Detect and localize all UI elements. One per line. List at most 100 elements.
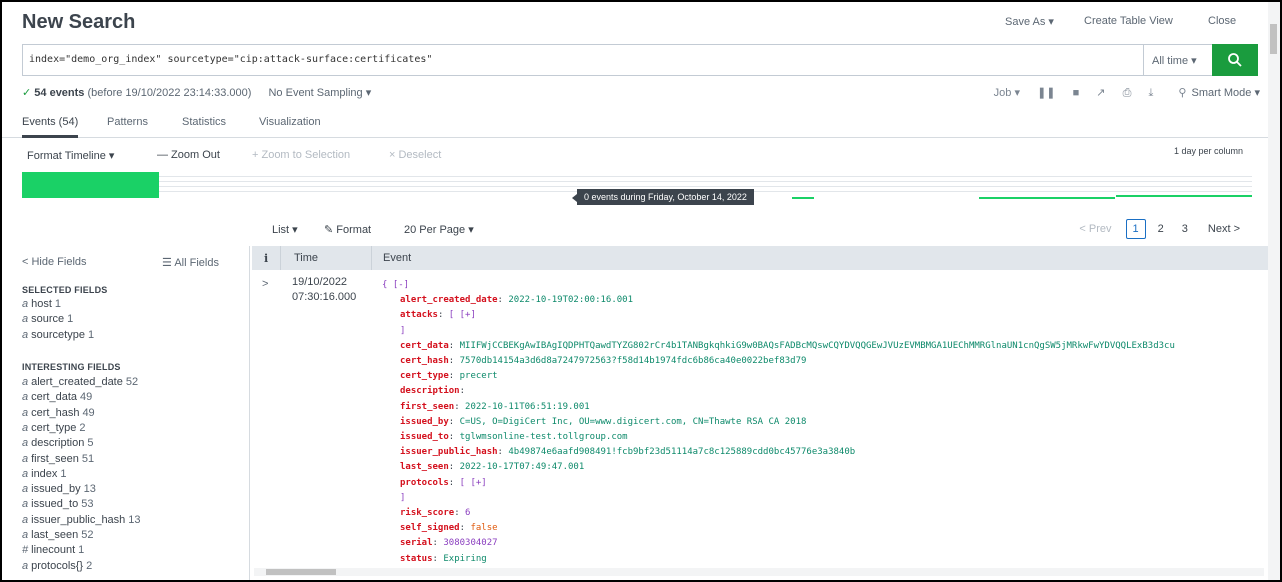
expand-row-icon[interactable]: > — [262, 278, 268, 290]
tab-events[interactable]: Events (54) — [22, 116, 79, 138]
field-key[interactable]: cert_data — [400, 341, 449, 351]
field-key[interactable]: description — [400, 386, 460, 396]
per-page-dropdown[interactable]: 20 Per Page ▾ — [404, 223, 474, 236]
search-mode-dropdown[interactable]: ⚲ Smart Mode ▾ — [1178, 87, 1260, 99]
event-sampling-dropdown[interactable]: No Event Sampling ▾ — [268, 87, 371, 99]
timeline-bar[interactable] — [979, 197, 1115, 199]
create-table-view-button[interactable]: Create Table View — [1084, 15, 1173, 27]
field-key[interactable]: self_signed — [400, 523, 460, 533]
json-expand-toggle[interactable]: [ [+] — [449, 310, 476, 320]
field-value[interactable]: 2022-10-19T02:00:16.001 — [508, 295, 633, 305]
field-key[interactable]: issued_to — [400, 432, 449, 442]
field-key[interactable]: protocols — [400, 478, 449, 488]
json-expand-toggle[interactable]: [ [+] — [460, 478, 487, 488]
field-list-item[interactable]: a source 1 — [22, 313, 73, 325]
prev-page-button[interactable]: < Prev — [1079, 223, 1111, 235]
field-key[interactable]: issued_by — [400, 417, 449, 427]
field-key[interactable]: risk_score — [400, 508, 454, 518]
stop-icon[interactable]: ■ — [1073, 87, 1080, 99]
horizontal-scrollbar[interactable] — [254, 568, 1264, 576]
all-fields-button[interactable]: ☰ All Fields — [162, 256, 219, 269]
page-button-2[interactable]: 2 — [1158, 223, 1164, 235]
field-key[interactable]: cert_hash — [400, 356, 449, 366]
field-value[interactable]: 7570db14154a3d6d8a7247972563?f58d14b1974… — [460, 356, 807, 366]
timeline-bar[interactable] — [792, 197, 814, 199]
field-value[interactable]: MIIFWjCCBEKgAwIBAgIQDPHTQawdTYZG802rCr4b… — [460, 341, 1175, 351]
field-value[interactable]: 3080304027 — [443, 538, 497, 548]
table-row: > 19/10/2022 07:30:16.000 { [-] alert_cr… — [252, 270, 1268, 570]
tab-statistics[interactable]: Statistics — [182, 116, 226, 128]
field-list-item[interactable]: a first_seen 51 — [22, 453, 94, 465]
tab-visualization[interactable]: Visualization — [259, 116, 321, 128]
field-key[interactable]: last_seen — [400, 462, 449, 472]
field-key[interactable]: first_seen — [400, 402, 454, 412]
field-value[interactable]: 4b49874e6aafd908491!fcb9bf23d51114a7c8c1… — [508, 447, 855, 457]
field-key[interactable]: attacks — [400, 310, 438, 320]
field-value[interactable]: C=US, O=DigiCert Inc, OU=www.digicert.co… — [460, 417, 807, 427]
field-list-item[interactable]: a cert_data 49 — [22, 391, 92, 403]
json-collapse-toggle[interactable]: { [-] — [382, 278, 1175, 293]
field-list-item[interactable]: a protocols{} 2 — [22, 560, 92, 572]
export-icon[interactable]: ⤓ — [1148, 87, 1153, 99]
field-list-item[interactable]: a issued_to 53 — [22, 498, 93, 510]
field-list-item[interactable]: a host 1 — [22, 298, 61, 310]
job-menu[interactable]: Job ▾ — [994, 87, 1020, 99]
time-range-picker[interactable]: All time ▾ — [1143, 45, 1211, 75]
scrollbar-thumb[interactable] — [1270, 24, 1277, 54]
time-column-header[interactable]: Time — [294, 252, 318, 264]
search-button[interactable] — [1212, 44, 1258, 76]
field-list-item[interactable]: a last_seen 52 — [22, 529, 93, 541]
share-icon[interactable]: ↗ — [1096, 87, 1105, 99]
field-list-item[interactable]: a cert_type 2 — [22, 422, 86, 434]
timeline-chart[interactable]: 0 events during Friday, October 14, 2022 — [22, 172, 1252, 205]
field-list-item[interactable]: a issuer_public_hash 13 — [22, 514, 141, 526]
save-as-button[interactable]: Save As ▾ — [1005, 15, 1054, 28]
format-button[interactable]: ✎ Format — [324, 223, 371, 236]
field-list-item[interactable]: a index 1 — [22, 468, 67, 480]
event-timestamp[interactable]: 19/10/2022 07:30:16.000 — [292, 275, 356, 305]
search-query-input[interactable]: index="demo_org_index" sourcetype="cip:a… — [29, 54, 432, 65]
page-button-3[interactable]: 3 — [1182, 223, 1188, 235]
field-value[interactable]: 2022-10-17T07:49:47.001 — [460, 462, 585, 472]
close-button[interactable]: Close — [1208, 15, 1236, 27]
deselect-button[interactable]: × Deselect — [389, 149, 441, 161]
vertical-scrollbar[interactable] — [1268, 2, 1280, 580]
field-type-icon: a — [22, 298, 29, 310]
list-view-dropdown[interactable]: List ▾ — [272, 223, 298, 236]
zoom-out-button[interactable]: — Zoom Out — [157, 149, 220, 161]
timeline-bar[interactable] — [1116, 195, 1252, 197]
tab-patterns[interactable]: Patterns — [107, 116, 148, 128]
page-button-1[interactable]: 1 — [1125, 219, 1146, 239]
field-value[interactable]: precert — [460, 371, 498, 381]
field-name: alert_created_date — [31, 376, 123, 388]
field-value[interactable]: 6 — [465, 508, 470, 518]
field-value[interactable]: Expiring — [443, 554, 486, 564]
field-list-item[interactable]: # linecount 1 — [22, 544, 84, 556]
field-list-item[interactable]: a sourcetype 1 — [22, 329, 94, 341]
splunk-search-window: New Search Save As ▾ Create Table View C… — [0, 0, 1282, 582]
field-list-item[interactable]: a alert_created_date 52 — [22, 376, 138, 388]
field-value[interactable]: false — [470, 523, 497, 533]
pause-icon[interactable]: ❚❚ — [1037, 87, 1055, 99]
field-key[interactable]: issuer_public_hash — [400, 447, 498, 457]
field-value[interactable]: tglwmsonline-test.tollgroup.com — [460, 432, 628, 442]
field-key[interactable]: status — [400, 554, 433, 564]
field-value[interactable]: 2022-10-11T06:51:19.001 — [465, 402, 590, 412]
format-timeline-dropdown[interactable]: Format Timeline ▾ — [27, 149, 114, 162]
zoom-to-selection-button[interactable]: + Zoom to Selection — [252, 149, 350, 161]
field-list-item[interactable]: a issued_by 13 — [22, 483, 96, 495]
print-icon[interactable]: ⎙ — [1123, 87, 1132, 99]
hide-fields-button[interactable]: < Hide Fields — [22, 256, 87, 268]
field-key[interactable]: serial — [400, 538, 433, 548]
scrollbar-thumb[interactable] — [266, 569, 336, 575]
field-type-icon: a — [22, 328, 29, 341]
field-key[interactable]: alert_created_date — [400, 295, 498, 305]
field-list-item[interactable]: a description 5 — [22, 437, 93, 449]
field-key[interactable]: cert_type — [400, 371, 449, 381]
field-count: 1 — [67, 313, 74, 326]
next-page-button[interactable]: Next > — [1208, 223, 1240, 235]
timeline-bar[interactable] — [22, 172, 159, 198]
field-type-icon: a — [22, 529, 29, 541]
field-list-item[interactable]: a cert_hash 49 — [22, 407, 95, 419]
event-column-header[interactable]: Event — [383, 252, 411, 264]
